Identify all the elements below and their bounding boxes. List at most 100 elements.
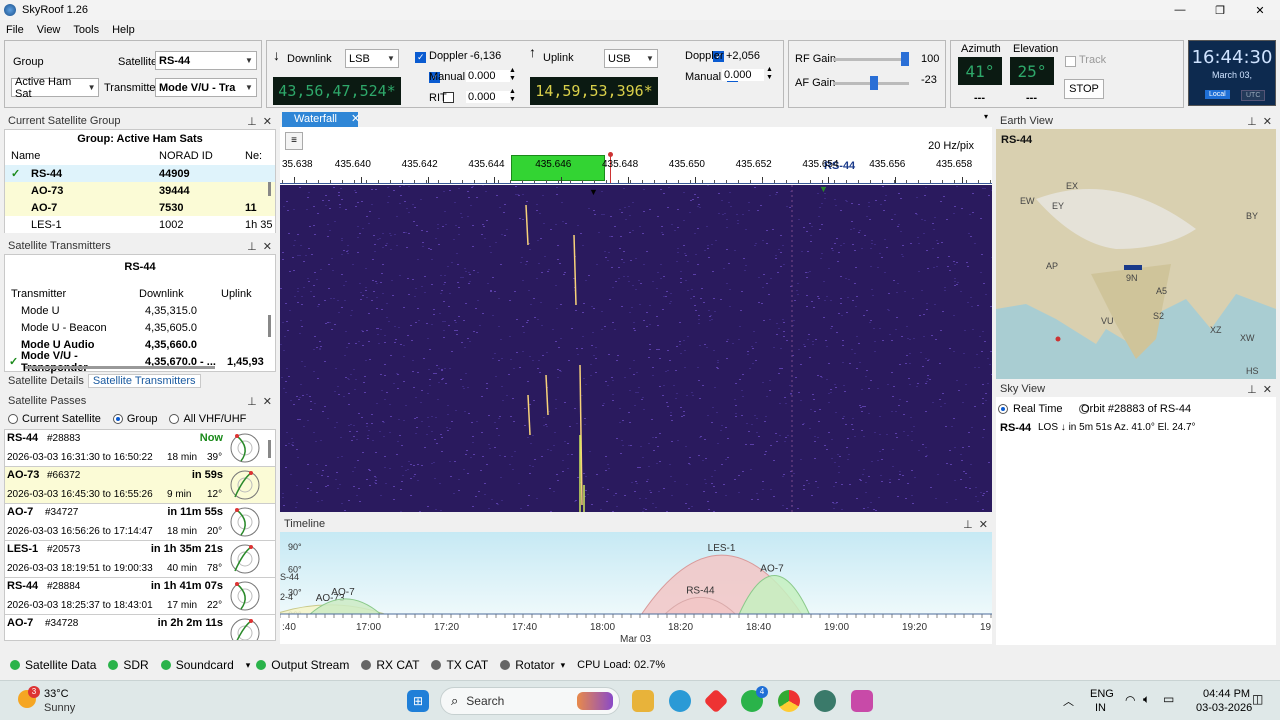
table-row[interactable]: LES-1 1002 1h 35: [5, 216, 275, 233]
settings-icon[interactable]: ≡: [285, 132, 303, 150]
list-item[interactable]: AO-73 #66372 in 59s 2026-03-03 16:45:30 to …: [5, 467, 275, 504]
maximize-icon[interactable]: ❐: [1200, 4, 1240, 17]
lang-2[interactable]: IN: [1095, 702, 1106, 714]
timeline-chart[interactable]: NSEWRS-4490°60°30°00°AO-73AO-7LES-1RS-44…: [280, 532, 992, 644]
af-gain-thumb[interactable]: [870, 76, 879, 90]
local-toggle[interactable]: Local: [1205, 90, 1230, 99]
close-panel-icon[interactable]: ✕: [263, 396, 272, 408]
uplink-manual-input[interactable]: 0.000: [722, 69, 764, 81]
windows-start-icon[interactable]: ⊞: [407, 690, 429, 712]
minimize-icon[interactable]: —: [1160, 4, 1200, 16]
pin-icon[interactable]: ⊥: [247, 396, 257, 408]
menu-help[interactable]: Help: [112, 24, 135, 36]
close-panel-icon[interactable]: ✕: [1263, 384, 1272, 396]
menu-tools[interactable]: Tools: [73, 24, 99, 36]
status-item[interactable]: RX CAT: [376, 658, 419, 672]
tray-chevron-icon[interactable]: ︿: [1063, 693, 1074, 709]
af-gain-slider[interactable]: [833, 76, 909, 90]
table-row[interactable]: ✓ RS-44 44909: [5, 165, 275, 182]
scrollbar[interactable]: [268, 182, 271, 196]
h-scrollbar[interactable]: [25, 366, 215, 369]
current-sat-radio[interactable]: [8, 414, 18, 424]
table-row[interactable]: Mode U 4,35,315.0: [5, 302, 275, 319]
satellite-combo[interactable]: RS-44 ▼: [155, 51, 257, 70]
notification-icon[interactable]: ◫: [1252, 692, 1263, 706]
status-item[interactable]: SDR: [123, 658, 148, 672]
uplink-frequency-display[interactable]: 14,59,53,396*: [530, 77, 658, 105]
downlink-frequency-display[interactable]: 43,56,47,524*: [273, 77, 401, 105]
pin-icon[interactable]: ⊥: [1247, 116, 1257, 128]
table-row[interactable]: AO-73 39444: [5, 182, 275, 199]
search-box[interactable]: ⌕ Search: [440, 687, 620, 715]
list-item[interactable]: RS-44 #28884 in 1h 41m 07s 2026-03-03 18:25…: [5, 578, 275, 615]
tray-time[interactable]: 04:44 PM: [1203, 688, 1250, 700]
pin-icon[interactable]: ⊥: [247, 116, 257, 128]
edge-icon[interactable]: [669, 690, 691, 712]
rit-input[interactable]: 0.000: [466, 91, 510, 103]
output-dropdown-icon[interactable]: ▾: [246, 660, 251, 671]
close-panel-icon[interactable]: ✕: [1263, 116, 1272, 128]
volume-icon[interactable]: 🔈︎: [1143, 692, 1150, 707]
stop-button[interactable]: STOP: [1064, 79, 1104, 99]
transmitter-combo[interactable]: Mode V/U - Tra ▼: [155, 78, 257, 97]
waterfall-noise: [439, 313, 441, 314]
tab-satellite-details[interactable]: Satellite Details: [4, 375, 88, 387]
uplink-manual-spinner[interactable]: ▲ ▼: [766, 66, 773, 82]
status-item[interactable]: Soundcard: [176, 658, 234, 672]
menu-view[interactable]: View: [37, 24, 61, 36]
status-item[interactable]: Rotator: [515, 658, 554, 672]
app-red-icon[interactable]: [703, 688, 729, 714]
downlink-manual-spinner[interactable]: ▲ ▼: [509, 67, 516, 83]
downlink-mode-combo[interactable]: LSB ▼: [345, 49, 399, 68]
frequency-scale[interactable]: ≡ 20 Hz/pix RS-44 ▼ ▼ 35.638 435.640 435.6…: [280, 127, 992, 197]
chrome-icon[interactable]: [778, 690, 800, 712]
pin-icon[interactable]: ⊥: [963, 519, 973, 531]
close-tab-icon[interactable]: ✕: [351, 113, 360, 125]
close-panel-icon[interactable]: ✕: [263, 116, 272, 128]
wifi-icon[interactable]: ◠: [1125, 693, 1135, 707]
rit-spinner[interactable]: ▲ ▼: [509, 88, 516, 104]
file-explorer-icon[interactable]: [632, 690, 654, 712]
table-row[interactable]: Mode U - Beacon 4,35,605.0: [5, 319, 275, 336]
all-vhf-radio[interactable]: [169, 414, 180, 424]
group-radio[interactable]: [112, 414, 123, 424]
rotator-dropdown-icon[interactable]: ▾: [561, 660, 566, 671]
pin-icon[interactable]: ⊥: [1247, 384, 1257, 396]
group-combo[interactable]: Active Ham Sat ▼: [11, 76, 99, 100]
list-item[interactable]: LES-1 #20573 in 1h 35m 21s 2026-03-03 18:19…: [5, 541, 275, 578]
sky-polar-plot[interactable]: [996, 437, 1276, 647]
scrollbar[interactable]: [268, 315, 271, 337]
close-icon[interactable]: ✕: [1240, 4, 1280, 17]
close-panel-icon[interactable]: ✕: [979, 519, 988, 531]
downlink-doppler-checkbox[interactable]: [415, 51, 426, 63]
battery-icon[interactable]: ▭: [1163, 692, 1174, 706]
status-item[interactable]: TX CAT: [446, 658, 488, 672]
snipping-tool-icon[interactable]: [851, 690, 873, 712]
downlink-manual-input[interactable]: 0.000: [466, 70, 510, 82]
rf-gain-slider[interactable]: [833, 52, 909, 66]
list-item[interactable]: AO-7 #34728 in 2h 2m 11s: [5, 615, 275, 640]
track-checkbox[interactable]: [1065, 55, 1076, 67]
waterfall-display[interactable]: [280, 185, 992, 512]
list-item[interactable]: RS-44 #28883 Now 2026-03-03 16:31:30 to 16:…: [5, 430, 275, 467]
rf-gain-thumb[interactable]: [901, 52, 909, 66]
pin-icon[interactable]: ⊥: [247, 241, 257, 253]
lang-1[interactable]: ENG: [1090, 688, 1114, 700]
skyroof-taskbar-icon[interactable]: [814, 690, 836, 712]
waterfall-noise: [509, 336, 511, 337]
tray-date[interactable]: 03-03-2026: [1196, 702, 1252, 714]
scrollbar[interactable]: [268, 440, 271, 458]
realtime-radio[interactable]: [998, 404, 1008, 415]
status-item[interactable]: Output Stream: [271, 658, 349, 672]
uplink-mode-combo[interactable]: USB ▼: [604, 49, 658, 68]
close-panel-icon[interactable]: ✕: [263, 241, 272, 253]
list-item[interactable]: AO-7 #34727 in 11m 55s 2026-03-03 16:56:26 …: [5, 504, 275, 541]
menu-file[interactable]: File: [6, 24, 24, 36]
table-row[interactable]: AO-7 7530 11: [5, 199, 275, 216]
utc-toggle[interactable]: UTC: [1241, 90, 1266, 101]
status-item[interactable]: Satellite Data: [25, 658, 96, 672]
tab-waterfall[interactable]: Waterfall ✕: [282, 112, 360, 127]
dropdown-icon[interactable]: ▾: [984, 112, 988, 121]
tab-satellite-transmitters[interactable]: Satellite Transmitters: [87, 373, 201, 388]
earth-map[interactable]: RS-44EXEYEWAPBY9NA5VU S2XZXWHS: [996, 129, 1276, 379]
